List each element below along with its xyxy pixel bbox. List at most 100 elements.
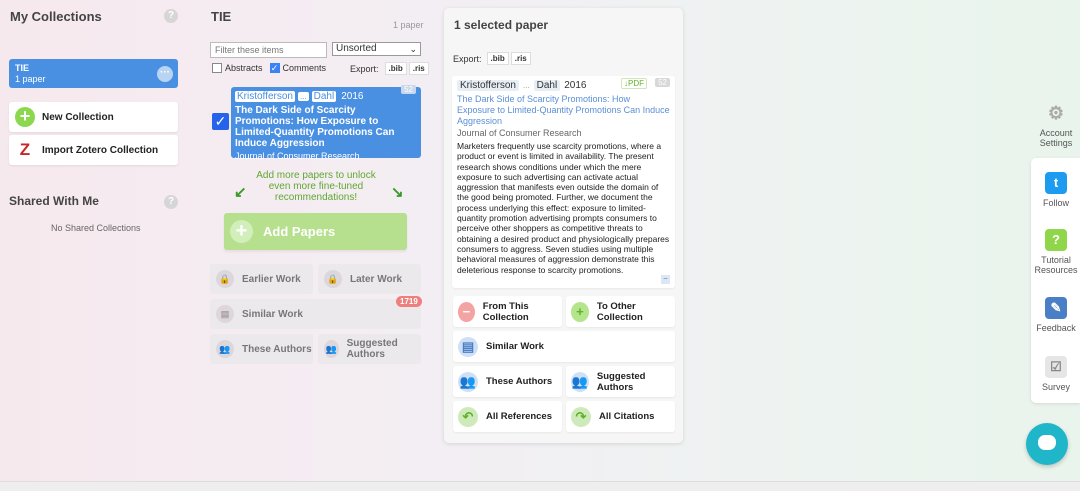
author-separator: ...: [522, 81, 530, 90]
lock-icon: 🔒: [216, 270, 234, 288]
feedback-label: Feedback: [1036, 323, 1076, 333]
export-bib-button[interactable]: .bib: [486, 52, 509, 65]
export-label: Export:: [453, 53, 482, 64]
collapse-icon[interactable]: −: [661, 275, 670, 284]
all-references-label: All References: [486, 411, 553, 422]
author-chip[interactable]: Kristofferson: [457, 80, 519, 91]
unlock-text: Add more papers to unlock even more fine…: [256, 170, 376, 203]
chevron-down-icon: ⌄: [409, 44, 417, 54]
chat-bubble-icon: [1038, 435, 1056, 450]
paper-year: 2016: [341, 91, 364, 102]
similar-count-badge: 1719: [396, 296, 422, 307]
paper-detail-card: Kristofferson ... Dahl 2016 ↓PDF 52 The …: [452, 76, 675, 288]
people-icon: 👥: [324, 340, 339, 358]
collection-name: TIE: [15, 63, 30, 73]
export-ris-button[interactable]: .ris: [408, 62, 429, 75]
collections-title: My Collections: [10, 9, 102, 24]
arrow-right-icon: ↷: [571, 406, 591, 427]
collection-count: 1 paper: [15, 74, 46, 84]
paper-title: The Dark Side of Scarcity Promotions: Ho…: [235, 105, 395, 149]
collection-item-tie[interactable]: TIE 1 paper ···: [9, 59, 178, 88]
plus-icon: +: [15, 107, 35, 127]
author-chip[interactable]: Kristofferson: [235, 91, 295, 102]
more-authors-chip[interactable]: ...: [297, 92, 309, 101]
paper-select-checkbox[interactable]: ✓: [212, 113, 229, 130]
add-papers-label: Add Papers: [263, 224, 336, 239]
add-to-collection-button[interactable]: + To Other Collection: [566, 296, 675, 327]
filter-input[interactable]: Filter these items: [210, 42, 327, 58]
similar-work-label: Similar Work: [242, 308, 303, 320]
author-chip[interactable]: Dahl: [533, 80, 561, 91]
new-collection-button[interactable]: + New Collection: [9, 102, 178, 132]
pdf-download-button[interactable]: ↓PDF: [621, 78, 647, 89]
help-icon[interactable]: ?: [164, 9, 178, 23]
paper-count: 1 paper: [393, 20, 424, 30]
import-zotero-button[interactable]: Z Import Zotero Collection: [9, 135, 178, 165]
minus-icon: −: [458, 301, 475, 322]
book-icon: ▤: [216, 305, 234, 323]
paper-card[interactable]: Kristofferson ... Dahl 2016 52 The Dark …: [231, 85, 421, 161]
author-chip[interactable]: Dahl: [311, 91, 337, 102]
later-work-label: Later Work: [350, 273, 403, 285]
export-bib-button[interactable]: .bib: [384, 62, 407, 75]
import-zotero-label: Import Zotero Collection: [42, 144, 159, 156]
similar-work-label: Similar Work: [486, 341, 544, 352]
horizontal-scrollbar[interactable]: [0, 481, 1080, 491]
arrow-left-icon: ↶: [458, 406, 478, 427]
more-options-icon[interactable]: ···: [157, 66, 173, 82]
question-icon: ?: [1045, 229, 1067, 251]
survey-button[interactable]: ☑ Survey: [1031, 356, 1080, 392]
add-papers-button[interactable]: + Add Papers: [224, 213, 407, 250]
abstracts-checkbox[interactable]: [212, 63, 222, 73]
to-collection-label: To Other Collection: [596, 300, 643, 323]
similar-work-button[interactable]: ▤ Similar Work: [453, 331, 675, 362]
survey-icon: ☑: [1045, 356, 1067, 378]
export-ris-button[interactable]: .ris: [510, 52, 531, 65]
all-citations-button[interactable]: ↷ All Citations: [566, 401, 675, 432]
feedback-button[interactable]: ✎ Feedback: [1031, 297, 1080, 333]
help-icon[interactable]: ?: [164, 195, 178, 209]
similar-work-button[interactable]: ▤ Similar Work: [210, 299, 421, 329]
follow-button[interactable]: t Follow: [1031, 172, 1080, 208]
collections-panel: My Collections ? TIE 1 paper ··· + New C…: [0, 0, 190, 480]
tutorial-resources-button[interactable]: ? Tutorial Resources: [1031, 229, 1080, 275]
account-settings-button[interactable]: ⚙ Account Settings: [1031, 102, 1080, 148]
remove-from-collection-button[interactable]: − From This Collection: [453, 296, 562, 327]
all-references-button[interactable]: ↶ All References: [453, 401, 562, 432]
comments-checkbox[interactable]: [269, 63, 280, 73]
from-collection-label: From This Collection: [482, 300, 529, 323]
collection-title: TIE: [211, 9, 232, 24]
plus-icon: +: [230, 220, 253, 243]
paper-journal: Journal of Consumer Research: [235, 151, 360, 161]
zotero-icon: Z: [19, 140, 31, 159]
comments-label: Comments: [282, 63, 327, 73]
suggested-authors-button[interactable]: 👥 Suggested Authors: [566, 366, 675, 397]
gear-icon: ⚙: [1047, 103, 1065, 123]
people-icon: 👥: [216, 340, 234, 358]
twitter-icon: t: [1045, 172, 1067, 194]
account-settings-label: Account Settings: [1039, 128, 1073, 148]
lock-icon: 🔒: [324, 270, 342, 288]
selected-title: 1 selected paper: [454, 18, 549, 32]
people-icon: 👥: [458, 371, 478, 392]
these-authors-button[interactable]: 👥 These Authors: [453, 366, 562, 397]
paper-badge: 52: [401, 85, 416, 94]
earlier-work-button[interactable]: 🔒 Earlier Work: [210, 264, 313, 294]
tutorial-resources-label: Tutorial Resources: [1034, 255, 1078, 275]
shared-title: Shared With Me: [9, 194, 99, 208]
suggested-authors-button[interactable]: 👥 Suggested Authors: [318, 334, 421, 364]
paper-year: 2016: [564, 80, 587, 91]
sort-value: Unsorted: [336, 43, 377, 54]
sort-select[interactable]: Unsorted ⌄: [332, 42, 421, 56]
all-citations-label: All Citations: [599, 411, 655, 422]
later-work-button[interactable]: 🔒 Later Work: [318, 264, 421, 294]
these-authors-label: These Authors: [242, 343, 312, 355]
paper-title-link[interactable]: The Dark Side of Scarcity Promotions: Ho…: [457, 94, 670, 127]
chat-button[interactable]: [1026, 423, 1068, 465]
suggested-authors-label: Suggested Authors: [596, 370, 646, 393]
these-authors-label: These Authors: [486, 376, 553, 387]
these-authors-button[interactable]: 👥 These Authors: [210, 334, 313, 364]
selected-paper-panel: 1 selected paper Export: .bib .ris Krist…: [444, 8, 683, 443]
plus-icon: +: [571, 301, 589, 322]
people-icon: 👥: [571, 371, 589, 392]
